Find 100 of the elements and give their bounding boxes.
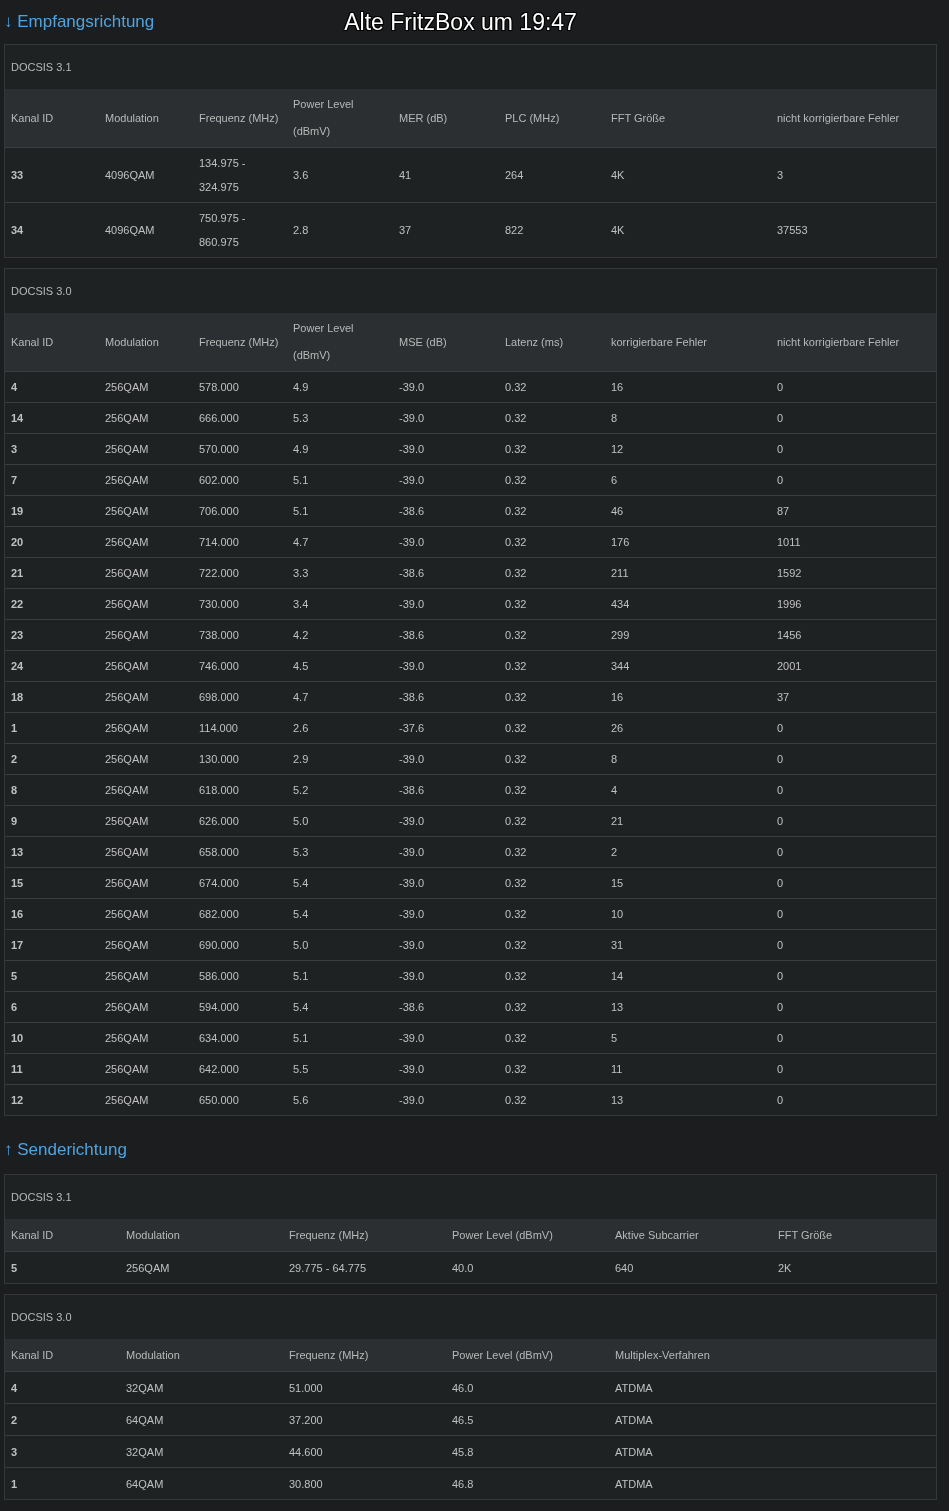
column-header: FFT Größe	[772, 1219, 936, 1251]
table-cell: 21	[605, 805, 771, 836]
table-cell: 211	[605, 557, 771, 588]
table-cell: -39.0	[393, 836, 499, 867]
table-cell: 4.5	[287, 650, 393, 681]
table-cell: 130.000	[193, 743, 287, 774]
table-cell: -38.6	[393, 557, 499, 588]
table-cell: 10	[5, 1022, 99, 1053]
table-cell: 21	[5, 557, 99, 588]
table-cell: 256QAM	[99, 960, 193, 991]
table-cell: 4	[5, 371, 99, 402]
table-cell: 256QAM	[99, 774, 193, 805]
table-cell: 738.000	[193, 619, 287, 650]
column-header: nicht korrigierbare Fehler	[771, 313, 936, 371]
table-cell: 0.32	[499, 402, 605, 433]
table-cell: 714.000	[193, 526, 287, 557]
table-cell: 0.32	[499, 371, 605, 402]
table-cell: 46.0	[446, 1371, 609, 1403]
table-cell: 658.000	[193, 836, 287, 867]
table-cell: 4	[5, 1371, 120, 1403]
table-cell: 2	[605, 836, 771, 867]
table-title: DOCSIS 3.1	[10, 1190, 73, 1205]
table-cell: 256QAM	[99, 464, 193, 495]
column-header: Power Level (dBmV)	[287, 89, 393, 147]
table-cell: 5.6	[287, 1084, 393, 1115]
table-cell: 0.32	[499, 557, 605, 588]
table-cell: 690.000	[193, 929, 287, 960]
table-cell: 11	[605, 1053, 771, 1084]
table-cell: 8	[5, 774, 99, 805]
table-cell: 5.4	[287, 898, 393, 929]
table-cell: 5	[605, 1022, 771, 1053]
table-cell: 5.3	[287, 402, 393, 433]
table-cell: 4096QAM	[99, 147, 193, 202]
table-cell: 114.000	[193, 712, 287, 743]
table-cell: 0.32	[499, 650, 605, 681]
table-cell: -38.6	[393, 619, 499, 650]
table-cell: ATDMA	[609, 1435, 936, 1467]
table-cell: 64QAM	[120, 1403, 283, 1435]
column-header: Frequenz (MHz)	[193, 89, 287, 147]
table-cell: -39.0	[393, 960, 499, 991]
table-cell: 5.1	[287, 464, 393, 495]
table-cell: 16	[605, 371, 771, 402]
section-heading: ↑ Senderichtung	[4, 1140, 127, 1160]
table-cell: 578.000	[193, 371, 287, 402]
table-cell: 3.4	[287, 588, 393, 619]
table-cell: 2	[5, 1403, 120, 1435]
table-cell: 45.8	[446, 1435, 609, 1467]
table-cell: ATDMA	[609, 1403, 936, 1435]
table-cell: 37553	[771, 202, 936, 257]
table-cell: 256QAM	[99, 371, 193, 402]
table-cell: 2	[5, 743, 99, 774]
column-header: Modulation	[99, 89, 193, 147]
table-cell: 0.32	[499, 991, 605, 1022]
table-cell: 256QAM	[99, 526, 193, 557]
table-cell: 0	[771, 464, 936, 495]
table-cell: 256QAM	[99, 836, 193, 867]
table-cell: 32QAM	[120, 1371, 283, 1403]
table-cell: 0.32	[499, 743, 605, 774]
table-cell: 0	[771, 805, 936, 836]
table-cell: -39.0	[393, 433, 499, 464]
table-cell: 2001	[771, 650, 936, 681]
table-cell: 0.32	[499, 898, 605, 929]
table-cell: 23	[5, 619, 99, 650]
table-cell: 3	[5, 433, 99, 464]
column-header: korrigierbare Fehler	[605, 313, 771, 371]
table-cell: 0.32	[499, 960, 605, 991]
table-cell: 46.8	[446, 1467, 609, 1499]
table-cell: 0.32	[499, 526, 605, 557]
table-cell: ATDMA	[609, 1371, 936, 1403]
table-cell: 0	[771, 1053, 936, 1084]
table-cell: 17	[5, 929, 99, 960]
table-cell: 722.000	[193, 557, 287, 588]
column-header: Modulation	[120, 1339, 283, 1371]
column-header: Power Level (dBmV)	[446, 1339, 609, 1371]
table-cell: 634.000	[193, 1022, 287, 1053]
table-cell: 0	[771, 712, 936, 743]
table-cell: 1	[5, 712, 99, 743]
table-cell: 256QAM	[99, 712, 193, 743]
table-cell: 0.32	[499, 464, 605, 495]
table-cell: -39.0	[393, 1053, 499, 1084]
column-header: Multiplex-Verfahren	[609, 1339, 936, 1371]
table-cell: 26	[605, 712, 771, 743]
table-cell: 37	[771, 681, 936, 712]
table-cell: 3	[771, 147, 936, 202]
table-cell: 176	[605, 526, 771, 557]
table-cell: 299	[605, 619, 771, 650]
table-cell: ATDMA	[609, 1467, 936, 1499]
table-cell: 626.000	[193, 805, 287, 836]
table-cell: 256QAM	[99, 1084, 193, 1115]
column-header: Power Level (dBmV)	[446, 1219, 609, 1251]
table-cell: 602.000	[193, 464, 287, 495]
column-header: nicht korrigierbare Fehler	[771, 89, 936, 147]
table-cell: 5.0	[287, 929, 393, 960]
table-cell: 2K	[772, 1251, 936, 1283]
column-header: Power Level (dBmV)	[287, 313, 393, 371]
table-cell: 5.3	[287, 836, 393, 867]
table-cell: 18	[5, 681, 99, 712]
table-cell: 256QAM	[99, 557, 193, 588]
table-cell: 37	[393, 202, 499, 257]
table-cell: 682.000	[193, 898, 287, 929]
